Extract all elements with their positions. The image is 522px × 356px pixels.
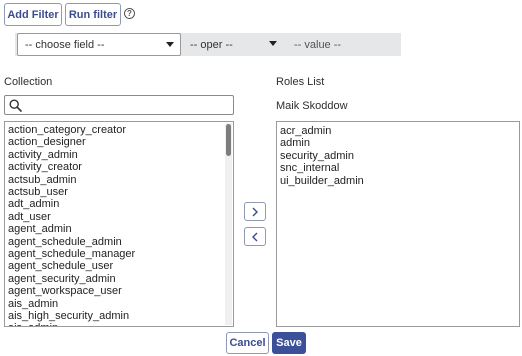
list-item[interactable]: ui_builder_admin (280, 175, 364, 187)
list-item[interactable]: admin (280, 137, 310, 149)
collection-search-input[interactable] (4, 95, 234, 115)
save-button[interactable]: Save (272, 332, 306, 354)
cancel-button[interactable]: Cancel (226, 332, 269, 354)
roles-listbox[interactable]: acr_admin admin security_admin snc_internal… (276, 121, 520, 327)
list-item[interactable]: activity_admin (8, 149, 78, 161)
list-item[interactable]: actsub_user (8, 186, 68, 198)
list-item[interactable]: ais_high_security_admin (8, 310, 129, 322)
collection-scrollbar[interactable] (225, 123, 232, 325)
remove-role-button[interactable] (244, 227, 266, 246)
list-item[interactable]: ais_admin (8, 322, 58, 326)
collection-listbox[interactable]: action_category_creator action_designer ac… (4, 121, 234, 327)
operator-select-label: -- oper -- (190, 38, 233, 51)
list-item[interactable]: agent_schedule_admin (8, 236, 122, 248)
field-select[interactable]: -- choose field -- (17, 33, 181, 56)
add-filter-button[interactable]: Add Filter (4, 3, 62, 26)
caret-down-icon (269, 41, 277, 46)
list-item[interactable]: ais_admin (8, 298, 58, 310)
list-item[interactable]: agent_security_admin (8, 273, 116, 285)
scrollbar-thumb[interactable] (226, 124, 231, 156)
list-item[interactable]: action_category_creator (8, 124, 126, 136)
list-item[interactable]: security_admin (280, 150, 354, 162)
search-icon (9, 99, 22, 112)
field-select-label: -- choose field -- (25, 38, 105, 51)
list-item[interactable]: action_designer (8, 136, 86, 148)
list-item[interactable]: agent_workspace_user (8, 285, 122, 297)
caret-down-icon (166, 42, 174, 47)
add-role-button[interactable] (244, 202, 266, 221)
user-name-label: Maik Skoddow (276, 100, 348, 112)
operator-select[interactable]: -- oper -- (183, 33, 283, 56)
chevron-left-icon (252, 232, 258, 241)
list-item[interactable]: adt_admin (8, 198, 59, 210)
value-field-label: -- value -- (294, 38, 342, 51)
run-filter-button[interactable]: Run filter (65, 3, 121, 26)
list-item[interactable]: agent_admin (8, 223, 72, 235)
list-item[interactable]: agent_schedule_manager (8, 248, 135, 260)
roles-list-heading: Roles List (276, 76, 325, 88)
help-circle-icon[interactable]: ? (124, 8, 135, 19)
chevron-right-icon (252, 207, 258, 216)
collection-heading: Collection (4, 76, 53, 88)
list-item[interactable]: activity_creator (8, 161, 82, 173)
list-item[interactable]: snc_internal (280, 162, 339, 174)
list-item[interactable]: acr_admin (280, 125, 331, 137)
list-item[interactable]: actsub_admin (8, 174, 77, 186)
list-item[interactable]: agent_schedule_user (8, 260, 113, 272)
filter-condition-row: -- choose field -- -- oper -- -- value -… (15, 33, 401, 56)
list-item[interactable]: adt_user (8, 211, 51, 223)
value-field[interactable]: -- value -- (287, 33, 401, 56)
